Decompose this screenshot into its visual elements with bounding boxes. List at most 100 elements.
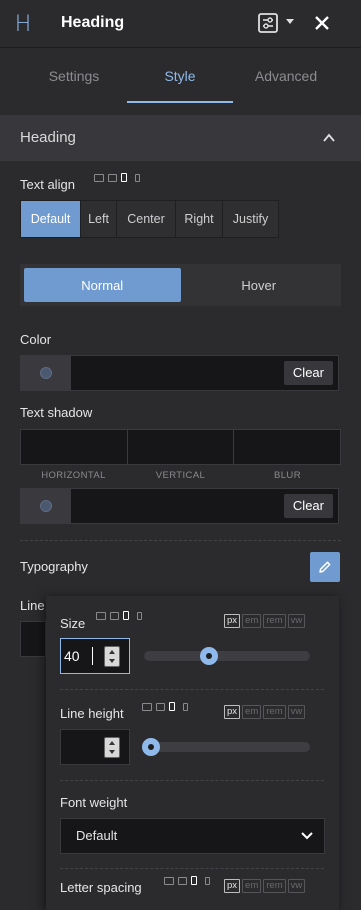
shadow-swatch-dot (40, 500, 52, 512)
section-heading-toggle[interactable]: Heading (0, 115, 361, 161)
state-toggle: Normal Hover (20, 264, 341, 306)
letter-spacing-unit-selector: px em rem vw (224, 879, 306, 893)
color-picker-field[interactable]: Clear (20, 355, 339, 391)
color-label: Color (20, 332, 52, 347)
text-shadow-label: Text shadow (20, 405, 93, 420)
text-shadow-inputs (20, 429, 341, 465)
color-clear-button[interactable]: Clear (283, 361, 333, 385)
line-height-slider[interactable] (142, 738, 310, 756)
font-weight-label: Font weight (60, 795, 128, 810)
tablet-icon[interactable] (121, 173, 127, 182)
shadow-blur-input[interactable] (234, 430, 340, 464)
section-title: Heading (20, 129, 76, 146)
color-swatch-dot (40, 367, 52, 379)
align-justify-button[interactable]: Justify (223, 201, 278, 237)
typography-edit-button[interactable] (310, 552, 340, 582)
panel-title: Heading (61, 14, 125, 31)
size-value: 40 (64, 648, 80, 664)
size-slider[interactable] (144, 647, 310, 665)
desktop-icon[interactable] (96, 612, 106, 620)
tab-advanced[interactable]: Advanced (233, 49, 339, 103)
unit-px[interactable]: px (224, 614, 241, 628)
state-normal-button[interactable]: Normal (24, 268, 181, 302)
unit-em[interactable]: em (242, 879, 262, 893)
responsive-device-icons (94, 173, 140, 182)
line-height-slider-thumb[interactable] (142, 738, 160, 756)
shadow-clear-button[interactable]: Clear (283, 494, 333, 518)
desktop-icon[interactable] (94, 174, 104, 182)
line-height-input[interactable] (60, 729, 130, 765)
mobile-icon[interactable] (205, 877, 210, 885)
letter-spacing-device-icons (164, 876, 210, 885)
size-unit-selector: px em rem vw (224, 614, 306, 628)
shadow-color-swatch[interactable] (21, 489, 71, 523)
laptop-icon[interactable] (156, 703, 165, 711)
laptop-icon[interactable] (110, 612, 119, 620)
unit-em[interactable]: em (242, 614, 262, 628)
size-slider-thumb[interactable] (199, 647, 218, 665)
color-swatch[interactable] (21, 356, 71, 390)
line-height-label: Line height (60, 706, 124, 721)
state-hover-button[interactable]: Hover (181, 268, 338, 302)
shadow-vertical-input[interactable] (128, 430, 235, 464)
chevron-down-icon (301, 832, 313, 840)
unit-vw[interactable]: vw (287, 614, 306, 628)
settings-sliders-icon[interactable] (257, 12, 279, 34)
line-height-device-icons (142, 702, 188, 711)
hidden-input[interactable] (20, 621, 46, 657)
line-height-stepper[interactable] (104, 737, 120, 758)
text-align-label: Text align (20, 177, 75, 192)
unit-rem[interactable]: rem (263, 614, 286, 628)
size-label: Size (60, 616, 86, 631)
shadow-horizontal-label: HORIZONTAL (41, 470, 106, 481)
mobile-icon[interactable] (183, 703, 188, 711)
align-left-button[interactable]: Left (81, 201, 117, 237)
panel-tabs: Settings Style Advanced (0, 49, 361, 103)
laptop-icon[interactable] (178, 877, 187, 885)
shadow-horizontal-input[interactable] (21, 430, 128, 464)
unit-vw[interactable]: vw (287, 705, 306, 719)
divider (60, 780, 324, 781)
divider (60, 689, 324, 690)
shadow-vertical-label: VERTICAL (155, 470, 206, 481)
laptop-icon[interactable] (108, 174, 117, 182)
unit-rem[interactable]: rem (263, 879, 286, 893)
typography-label: Typography (20, 559, 88, 574)
text-align-group: Default Left Center Right Justify (20, 200, 279, 238)
tab-settings[interactable]: Settings (21, 49, 127, 103)
align-right-button[interactable]: Right (176, 201, 223, 237)
chevron-up-icon (323, 133, 335, 142)
line-label: Line (20, 598, 45, 613)
tablet-icon[interactable] (191, 876, 197, 885)
desktop-icon[interactable] (164, 877, 174, 885)
unit-rem[interactable]: rem (263, 705, 286, 719)
unit-vw[interactable]: vw (287, 879, 306, 893)
size-input[interactable]: 40 (60, 638, 130, 674)
tablet-icon[interactable] (123, 611, 129, 620)
desktop-icon[interactable] (142, 703, 152, 711)
font-weight-select[interactable]: Default (60, 818, 325, 854)
close-icon[interactable] (313, 14, 331, 32)
pencil-icon (319, 561, 331, 573)
mobile-icon[interactable] (137, 612, 142, 620)
line-height-unit-selector: px em rem vw (224, 705, 306, 719)
align-default-button[interactable]: Default (21, 201, 81, 237)
unit-em[interactable]: em (242, 705, 262, 719)
unit-px[interactable]: px (224, 705, 241, 719)
heading-widget-icon: H (14, 11, 32, 37)
divider (60, 868, 324, 869)
divider (20, 540, 341, 541)
tablet-icon[interactable] (169, 702, 175, 711)
align-center-button[interactable]: Center (117, 201, 176, 237)
panel-header: H Heading (0, 0, 361, 48)
size-device-icons (96, 611, 142, 620)
shadow-color-field[interactable]: Clear (20, 488, 339, 524)
chevron-down-icon[interactable] (286, 19, 294, 24)
unit-px[interactable]: px (224, 879, 241, 893)
letter-spacing-label: Letter spacing (60, 880, 142, 895)
tab-style[interactable]: Style (127, 49, 233, 103)
font-weight-value: Default (76, 828, 118, 843)
size-stepper[interactable] (104, 646, 120, 667)
mobile-icon[interactable] (135, 174, 140, 182)
text-cursor (92, 647, 93, 665)
